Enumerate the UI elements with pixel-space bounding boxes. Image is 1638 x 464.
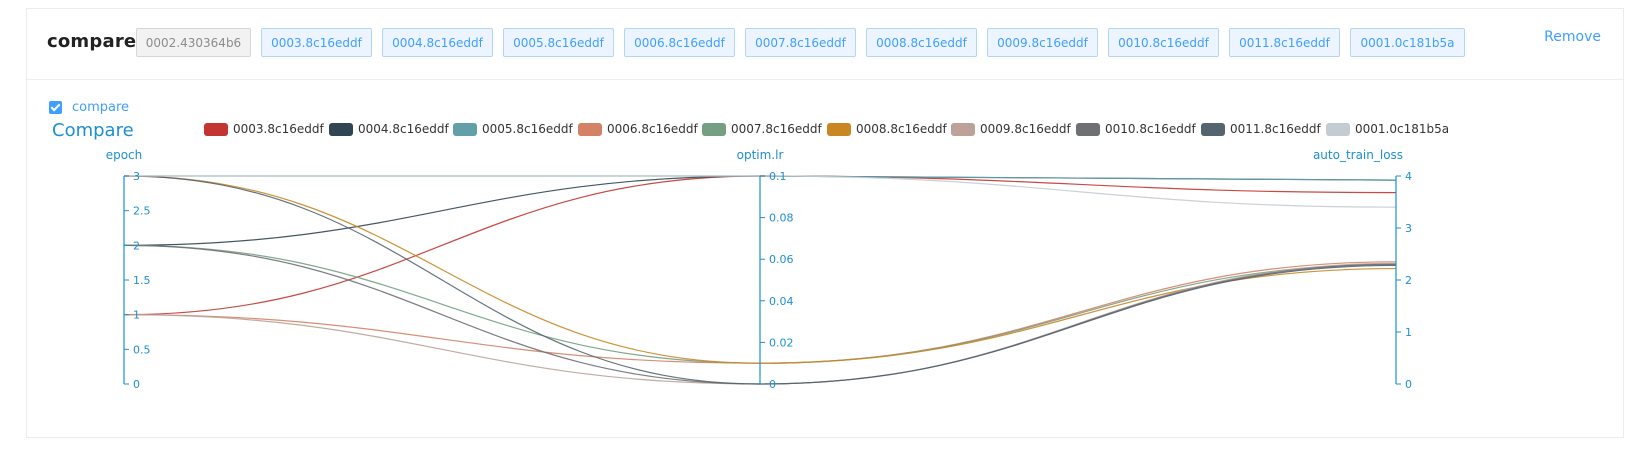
legend-swatch [453, 123, 477, 136]
legend-swatch [1076, 123, 1100, 136]
tick-label: 2 [133, 239, 140, 252]
tick-label: 0.06 [769, 253, 794, 266]
tick-label: 2.5 [133, 205, 151, 218]
axis-name: auto_train_loss [1313, 148, 1403, 162]
tick-label: 1 [133, 309, 140, 322]
legend-swatch [1326, 123, 1350, 136]
legend-label: 0001.0c181b5a [1355, 122, 1449, 136]
legend-label: 0010.8c16eddf [1105, 122, 1196, 136]
legend-label: 0004.8c16eddf [358, 122, 449, 136]
tick-label: 0.1 [769, 170, 787, 183]
legend-swatch [951, 123, 975, 136]
parallel-chart: Compare 0003.8c16eddf 0004.8c16eddf 0005.8c… [52, 120, 1449, 391]
legend-swatch [1201, 123, 1225, 136]
tick-label: 1 [1405, 326, 1412, 339]
legend-swatch [578, 123, 602, 136]
legend-swatch [204, 123, 228, 136]
legend-label: 0006.8c16eddf [607, 122, 698, 136]
tick-label: 0.04 [769, 295, 794, 308]
tick-label: 0.5 [133, 343, 151, 356]
axis-name: epoch [106, 148, 143, 162]
tick-label: 0 [133, 378, 140, 391]
tick-label: 3 [1405, 222, 1412, 235]
legend-label: 0011.8c16eddf [1230, 122, 1321, 136]
tick-label: 3 [133, 170, 140, 183]
tick-label: 2 [1405, 274, 1412, 287]
legend-label: 0009.8c16eddf [980, 122, 1071, 136]
legend-label: 0003.8c16eddf [233, 122, 324, 136]
legend-label: 0005.8c16eddf [482, 122, 573, 136]
legend-swatch [702, 123, 726, 136]
legend-swatch [827, 123, 851, 136]
tick-label: 4 [1405, 170, 1412, 183]
tick-label: 0 [1405, 378, 1412, 391]
tick-label: 0 [769, 378, 776, 391]
chart-title: Compare [52, 120, 134, 141]
legend-label: 0008.8c16eddf [856, 122, 947, 136]
legend-label: 0007.8c16eddf [731, 122, 822, 136]
axis-name: optim.lr [737, 148, 784, 162]
tick-label: 1.5 [133, 274, 151, 287]
tick-label: 0.02 [769, 336, 794, 349]
legend-swatch [329, 123, 353, 136]
tick-label: 0.08 [769, 212, 794, 225]
